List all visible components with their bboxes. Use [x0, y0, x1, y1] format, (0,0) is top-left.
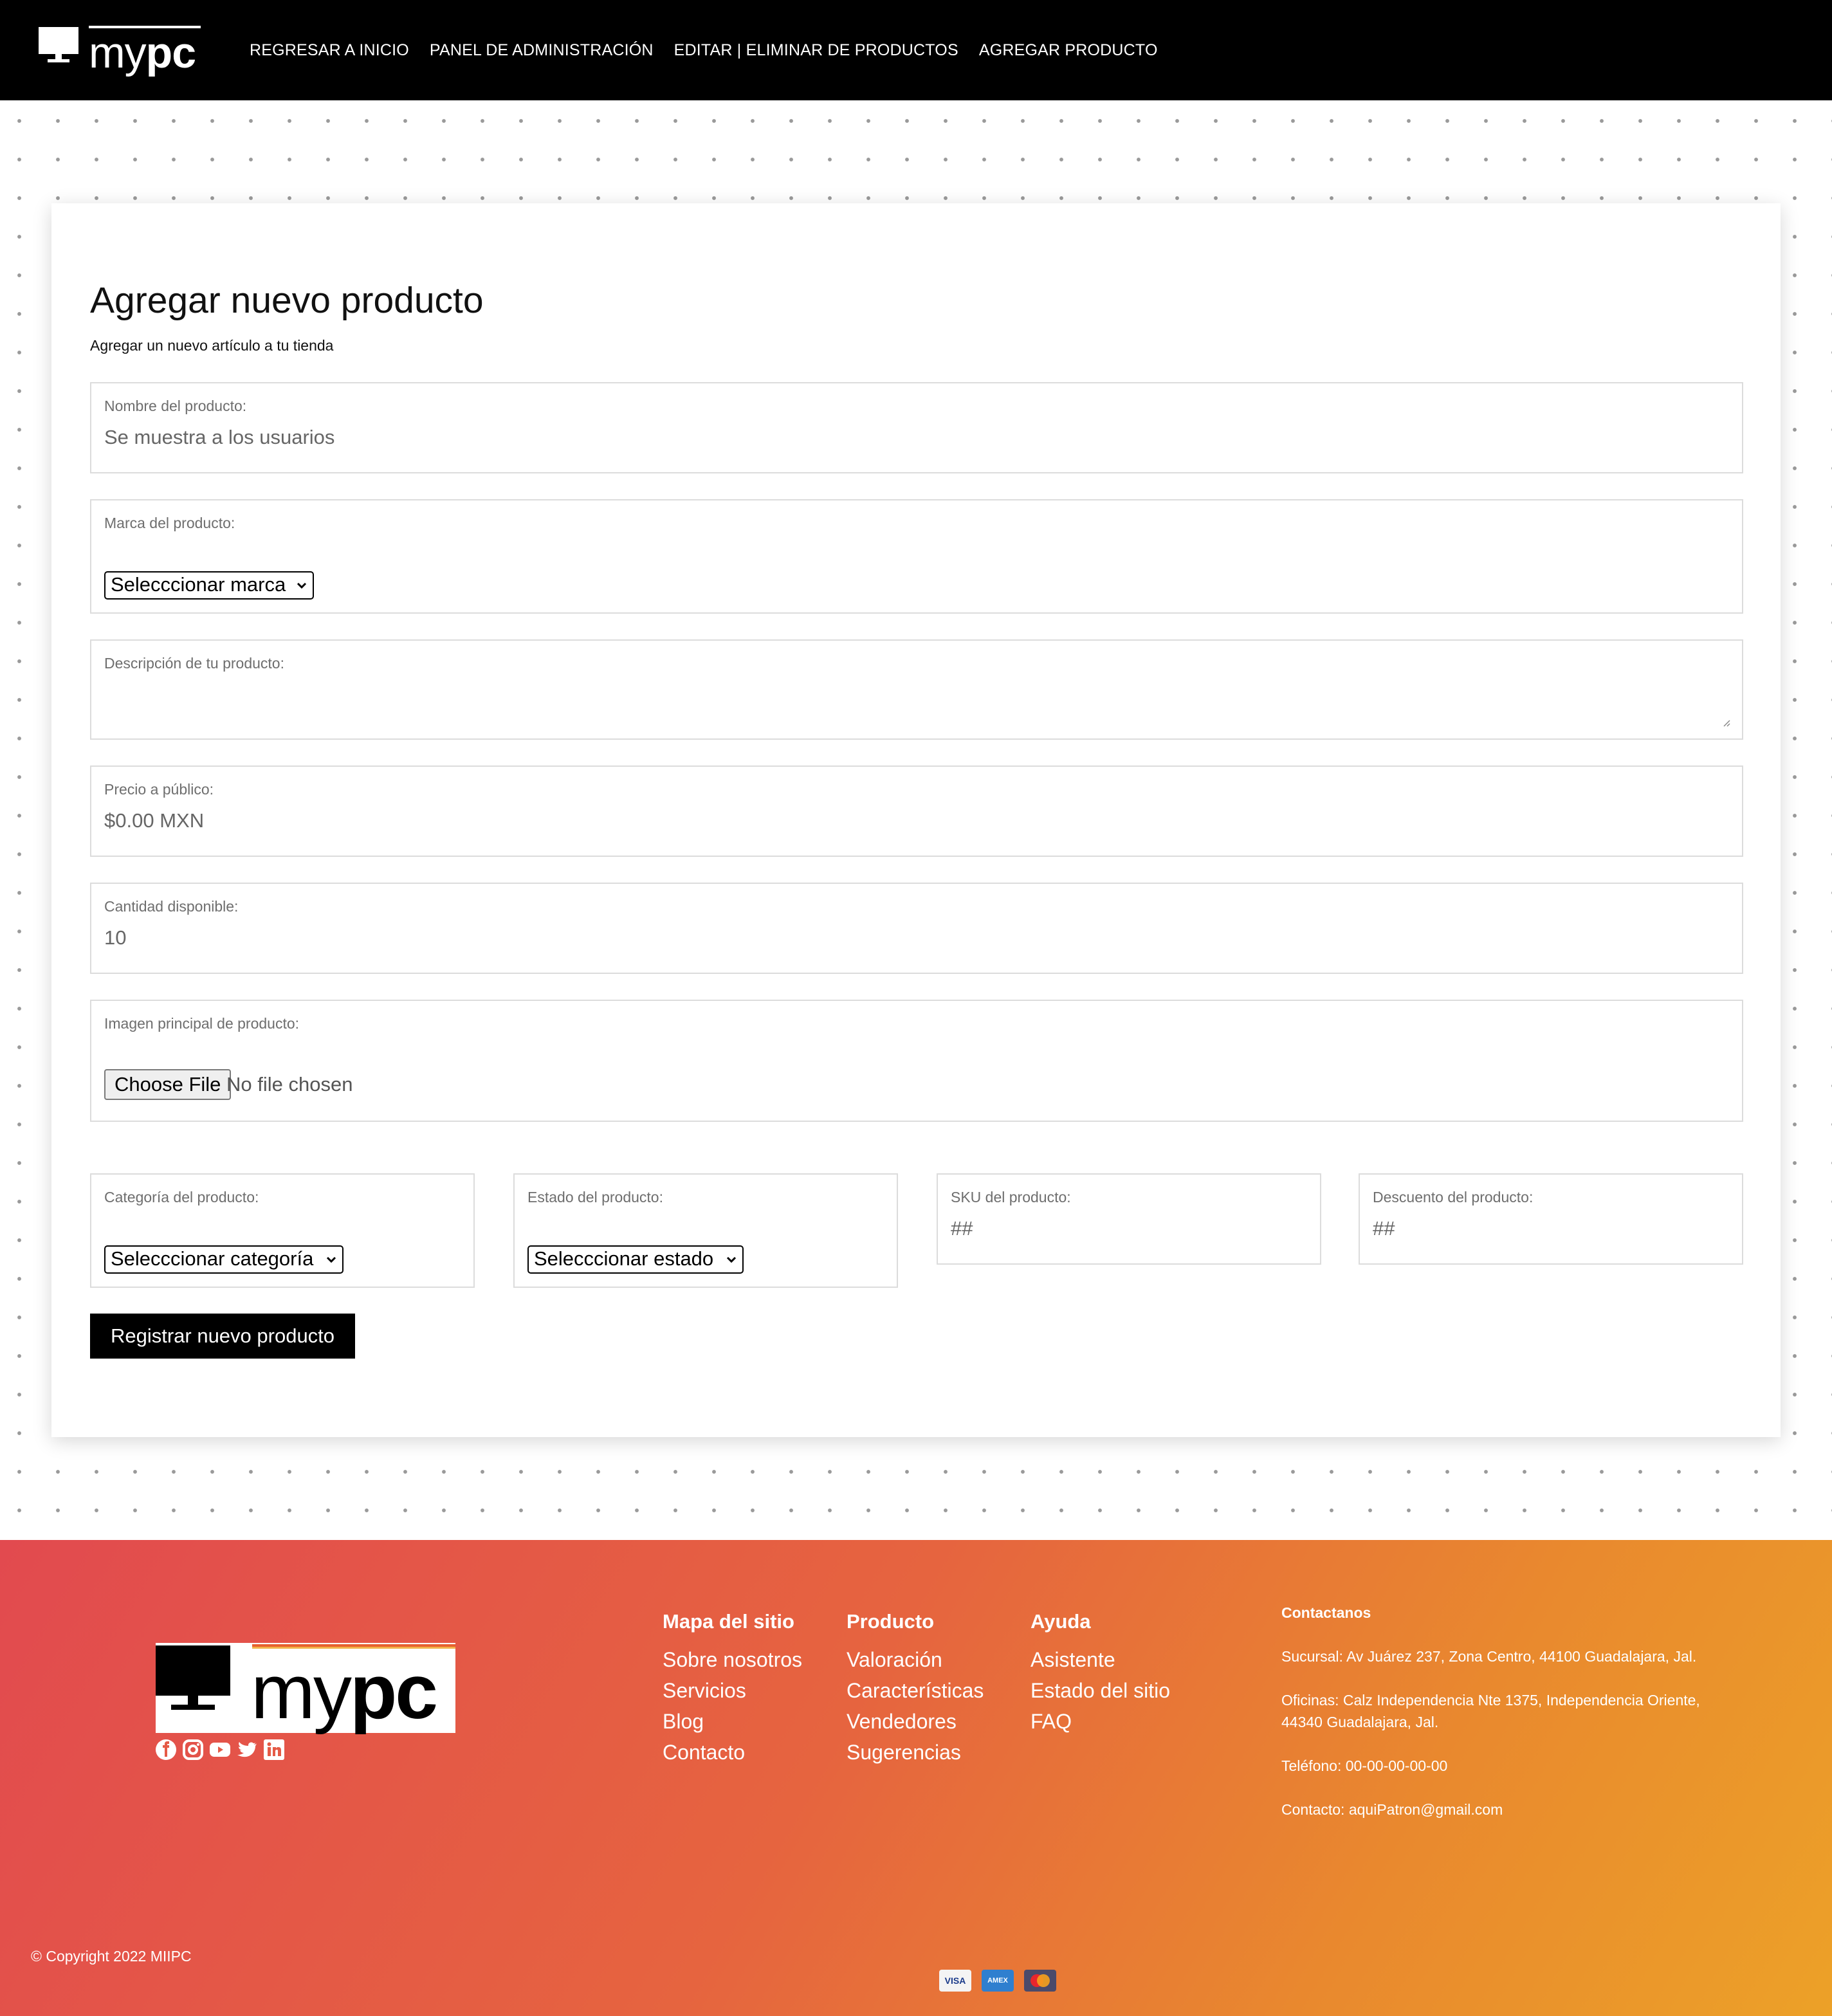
footer-link-contact[interactable]: Contacto — [663, 1737, 802, 1768]
product-quantity-label: Cantidad disponible: — [104, 898, 239, 915]
nav-home[interactable]: REGRESAR A INICIO — [250, 40, 409, 60]
contact-email[interactable]: Contacto: aquiPatron@gmail.com — [1281, 1799, 1745, 1820]
product-sku-label: SKU del producto: — [951, 1189, 1071, 1205]
facebook-icon[interactable] — [156, 1739, 176, 1760]
footer-link-features[interactable]: Características — [847, 1675, 984, 1706]
footer-link-blog[interactable]: Blog — [663, 1706, 802, 1737]
chevron-down-icon — [726, 1256, 737, 1263]
product-description-field: Descripción de tu producto: — [90, 639, 1743, 740]
product-name-input[interactable] — [104, 425, 1590, 450]
register-product-button[interactable]: Registrar nuevo producto — [90, 1314, 355, 1359]
footer-link-rating[interactable]: Valoración — [847, 1644, 984, 1675]
footer-link-site-status[interactable]: Estado del sitio — [1030, 1675, 1170, 1706]
contact-phone: Teléfono: 00-00-00-00-00 — [1281, 1757, 1448, 1774]
product-image-field: Imagen principal de producto: Choose Fil… — [90, 1000, 1743, 1122]
linkedin-icon[interactable] — [264, 1739, 284, 1760]
brand-my: my — [89, 28, 147, 77]
product-category-label: Categoría del producto: — [104, 1189, 259, 1205]
nav-admin-panel[interactable]: PANEL DE ADMINISTRACIÓN — [430, 40, 654, 60]
youtube-icon[interactable] — [210, 1739, 230, 1760]
product-image-label: Imagen principal de producto: — [104, 1015, 300, 1032]
footer-logo[interactable]: mypc — [156, 1643, 455, 1733]
footer-column-title: Producto — [847, 1610, 935, 1633]
product-sku-input[interactable] — [951, 1216, 1295, 1242]
nav-edit-delete-products[interactable]: EDITAR | ELIMINAR DE PRODUCTOS — [674, 40, 958, 60]
footer-link-suggestions[interactable]: Sugerencias — [847, 1737, 984, 1768]
product-state-label: Estado del producto: — [527, 1189, 663, 1205]
twitter-icon[interactable] — [237, 1739, 257, 1760]
monitor-icon — [39, 27, 78, 62]
footer-column-product: Producto Valoración Características Vend… — [847, 1608, 984, 1768]
state-select-value: Selecccionar estado — [534, 1247, 714, 1270]
add-product-card: Agregar nuevo producto Agregar un nuevo … — [51, 203, 1781, 1437]
product-sku-field: SKU del producto: — [937, 1173, 1321, 1265]
state-select[interactable]: Selecccionar estado — [527, 1245, 744, 1274]
footer: mypc Mapa del sitio Sobre nosotros Servi… — [0, 1540, 1832, 2016]
chevron-down-icon — [297, 582, 307, 589]
product-brand-label: Marca del producto: — [104, 515, 235, 531]
product-quantity-input[interactable] — [104, 925, 1590, 951]
brand-select-value: Selecccionar marca — [111, 573, 286, 596]
mastercard-icon — [1024, 1970, 1056, 1992]
chevron-down-icon — [326, 1256, 336, 1263]
brand-wordmark: mypc — [89, 31, 196, 75]
product-brand-field: Marca del producto: Selecccionar marca — [90, 499, 1743, 614]
footer-link-services[interactable]: Servicios — [663, 1675, 802, 1706]
file-status-text: No file chosen — [226, 1073, 353, 1095]
contact-offices: Oficinas: Calz Independencia Nte 1375, I… — [1281, 1692, 1700, 1730]
brand-select[interactable]: Selecccionar marca — [104, 571, 314, 600]
product-quantity-field: Cantidad disponible: — [90, 883, 1743, 974]
page-subtitle: Agregar un nuevo artículo a tu tienda — [90, 337, 334, 354]
amex-card-icon: AMEX — [982, 1970, 1014, 1992]
visa-card-icon: VISA — [939, 1970, 971, 1992]
product-name-label: Nombre del producto: — [104, 398, 247, 414]
brand-pc: pc — [145, 28, 196, 77]
product-discount-input[interactable] — [1373, 1216, 1717, 1242]
category-select[interactable]: Selecccionar categoría — [104, 1245, 344, 1274]
footer-logo-pc: pc — [349, 1649, 438, 1735]
monitor-icon — [156, 1645, 230, 1710]
footer-logo-my: my — [251, 1649, 352, 1735]
product-category-field: Categoría del producto: Selecccionar cat… — [90, 1173, 475, 1288]
product-discount-field: Descuento del producto: — [1359, 1173, 1743, 1265]
main-nav: REGRESAR A INICIO PANEL DE ADMINISTRACIÓ… — [250, 40, 1158, 60]
footer-link-sellers[interactable]: Vendedores — [847, 1706, 984, 1737]
product-price-input[interactable] — [104, 808, 1590, 834]
footer-column-title: Mapa del sitio — [663, 1610, 794, 1633]
nav-add-product[interactable]: AGREGAR PRODUCTO — [979, 40, 1158, 60]
product-description-label: Descripción de tu producto: — [104, 655, 284, 672]
product-price-field: Precio a público: — [90, 765, 1743, 857]
page-title: Agregar nuevo producto — [90, 280, 484, 321]
footer-wordmark: mypc — [251, 1653, 438, 1730]
footer-link-about[interactable]: Sobre nosotros — [663, 1644, 802, 1675]
resize-handle-icon[interactable] — [1723, 719, 1730, 727]
product-name-field: Nombre del producto: — [90, 382, 1743, 473]
footer-column-help: Ayuda Asistente Estado del sitio FAQ — [1030, 1608, 1170, 1737]
footer-contact: Contactanos Sucursal: Av Juárez 237, Zon… — [1281, 1602, 1745, 1842]
contact-title: Contactanos — [1281, 1604, 1371, 1621]
footer-column-sitemap: Mapa del sitio Sobre nosotros Servicios … — [663, 1608, 802, 1768]
product-state-field: Estado del producto: Selecccionar estado — [513, 1173, 898, 1288]
footer-link-assistant[interactable]: Asistente — [1030, 1644, 1170, 1675]
category-select-value: Selecccionar categoría — [111, 1247, 314, 1270]
contact-branch: Sucursal: Av Juárez 237, Zona Centro, 44… — [1281, 1648, 1697, 1665]
product-discount-label: Descuento del producto: — [1373, 1189, 1534, 1205]
footer-link-faq[interactable]: FAQ — [1030, 1706, 1170, 1737]
payment-cards: VISA AMEX — [939, 1970, 1056, 1992]
footer-column-title: Ayuda — [1030, 1610, 1091, 1633]
choose-file-button[interactable]: Choose File — [104, 1069, 232, 1100]
product-price-label: Precio a público: — [104, 781, 214, 798]
copyright: © Copyright 2022 MIIPC — [31, 1948, 192, 1965]
social-links — [156, 1739, 284, 1760]
top-navbar: mypc REGRESAR A INICIO PANEL DE ADMINIST… — [0, 0, 1832, 100]
instagram-icon[interactable] — [183, 1739, 203, 1760]
